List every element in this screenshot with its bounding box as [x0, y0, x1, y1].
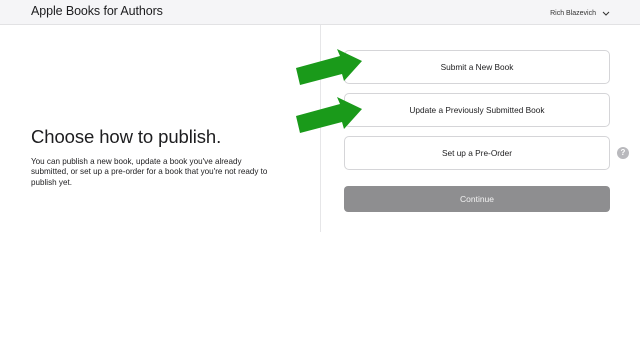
continue-button[interactable]: Continue	[344, 186, 610, 212]
question-circle-icon[interactable]: ?	[617, 147, 629, 159]
option-label: Set up a Pre-Order	[441, 148, 513, 158]
chevron-down-icon	[602, 11, 610, 16]
page-description: You can publish a new book, update a boo…	[31, 157, 268, 187]
green-arrow-icon	[296, 97, 362, 133]
update-submitted-book-option[interactable]: Update a Previously Submitted Book	[344, 93, 610, 127]
green-arrow-icon	[296, 49, 362, 85]
user-menu[interactable]: Rich Blazevich	[550, 7, 610, 19]
submit-new-book-option[interactable]: Submit a New Book	[344, 50, 610, 84]
pre-order-option[interactable]: Set up a Pre-Order	[344, 136, 610, 170]
user-name: Rich Blazevich	[550, 9, 596, 17]
app-title: Apple Books for Authors	[31, 4, 163, 18]
option-label: Update a Previously Submitted Book	[409, 105, 545, 115]
top-bar: Apple Books for Authors Rich Blazevich	[0, 0, 640, 25]
page-heading: Choose how to publish.	[31, 126, 222, 147]
option-label: Submit a New Book	[440, 62, 514, 72]
